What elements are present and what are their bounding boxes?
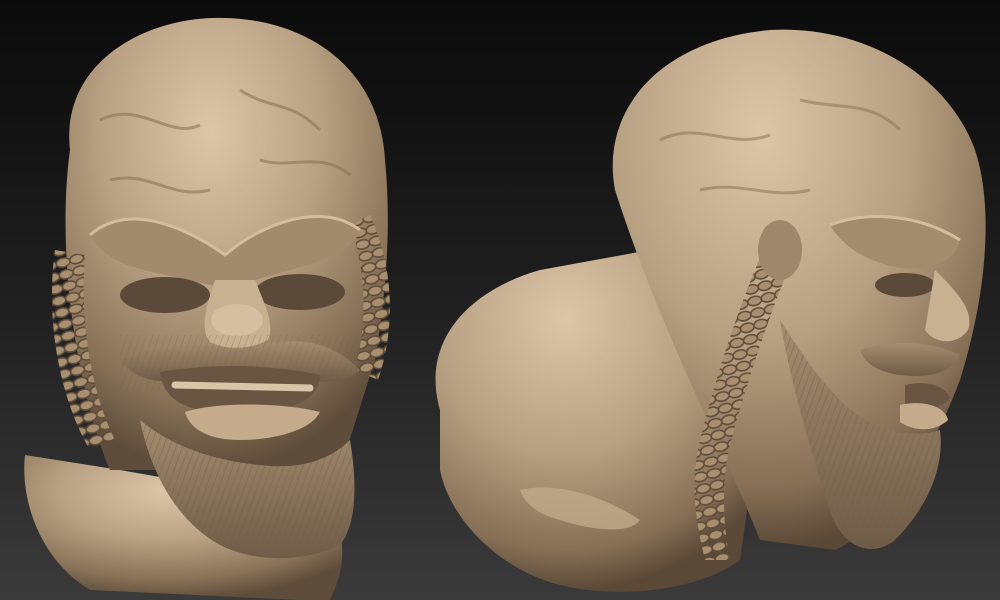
front-right-eye bbox=[255, 274, 345, 310]
front-view-head bbox=[24, 17, 390, 600]
side-view-head bbox=[435, 29, 986, 592]
sculpt-render bbox=[24, 17, 986, 600]
side-eye bbox=[875, 273, 935, 297]
front-left-eye bbox=[120, 277, 210, 313]
sculpt-viewport[interactable] bbox=[0, 0, 1000, 600]
